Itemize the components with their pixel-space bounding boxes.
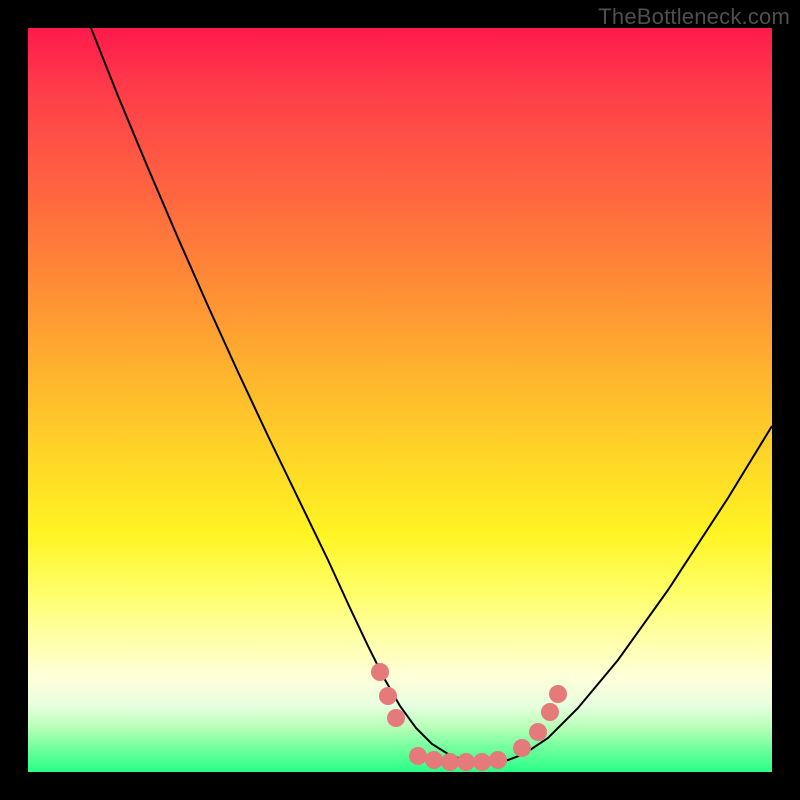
trough-marker [379, 687, 397, 705]
chart-frame: TheBottleneck.com [0, 0, 800, 800]
trough-marker [549, 685, 567, 703]
curve-svg [28, 28, 772, 772]
trough-marker [441, 753, 459, 771]
bottleneck-curve [91, 28, 772, 762]
trough-marker [457, 753, 475, 771]
trough-marker [387, 709, 405, 727]
trough-marker [489, 751, 507, 769]
trough-marker [425, 751, 443, 769]
trough-marker [371, 663, 389, 681]
trough-marker [409, 747, 427, 765]
trough-marker [513, 739, 531, 757]
trough-marker [529, 723, 547, 741]
trough-marker [473, 753, 491, 771]
plot-area [28, 28, 772, 772]
trough-marker-group [371, 663, 567, 771]
watermark-text: TheBottleneck.com [598, 4, 790, 30]
trough-marker [541, 703, 559, 721]
